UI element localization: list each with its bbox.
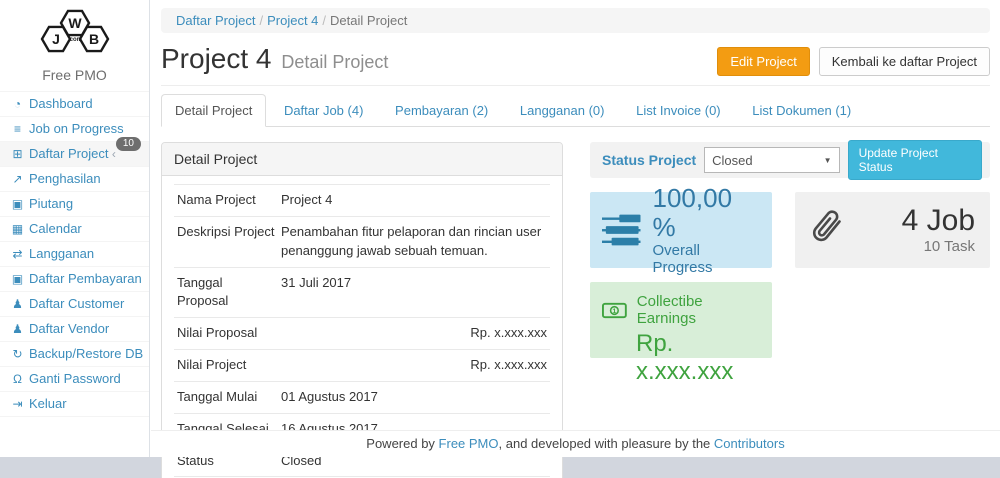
table-row: Nilai ProposalRp. x.xxx.xxx — [174, 318, 550, 350]
chevron-left-icon: ‹ — [112, 147, 116, 161]
table-row: Nilai ProjectRp. x.xxx.xxx — [174, 350, 550, 382]
status-project-label: Status Project — [602, 152, 696, 168]
dashboard-icon: ◔ — [10, 97, 25, 111]
tab-list-invoice[interactable]: List Invoice (0) — [622, 94, 735, 127]
tab-pembayaran[interactable]: Pembayaran (2) — [381, 94, 502, 127]
svg-text:1: 1 — [613, 307, 617, 314]
footer: Powered by Free PMO, and developed with … — [151, 430, 1000, 457]
breadcrumb-active: Detail Project — [330, 13, 407, 28]
table-row: Tanggal Proposal31 Juli 2017 — [174, 267, 550, 318]
sidebar-item-ganti-password[interactable]: ΩGanti Password — [0, 367, 149, 392]
sidebar-item-backup-restore-db[interactable]: ↻Backup/Restore DB — [0, 342, 149, 367]
status-project-form: Status Project Closed ▼ Update Project S… — [590, 142, 990, 178]
back-to-project-list-button[interactable]: Kembali ke daftar Project — [819, 47, 990, 76]
detail-project-panel: Detail Project Nama ProjectProject 4 Des… — [161, 142, 563, 478]
tab-detail-project[interactable]: Detail Project — [161, 94, 266, 127]
breadcrumb-link-daftar-project[interactable]: Daftar Project — [176, 13, 255, 28]
status-select[interactable]: Closed ▼ — [704, 147, 839, 173]
update-project-status-button[interactable]: Update Project Status — [848, 140, 982, 180]
sidebar-menu: ◔Dashboard ≡Job on Progress10 ⊞Daftar Pr… — [0, 91, 149, 417]
page-title: Project 4 — [161, 43, 272, 74]
tab-daftar-job[interactable]: Daftar Job (4) — [270, 94, 377, 127]
svg-text:B: B — [88, 31, 98, 47]
overall-progress-card: 100,00 % Overall Progress — [590, 192, 772, 268]
sidebar-item-keluar[interactable]: ⇥Keluar — [0, 392, 149, 417]
sidebar-item-daftar-pembayaran[interactable]: ▣Daftar Pembayaran — [0, 267, 149, 292]
repeat-icon: ⇄ — [10, 247, 25, 261]
sidebar-item-daftar-customer[interactable]: ♟Daftar Customer — [0, 292, 149, 317]
edit-project-button[interactable]: Edit Project — [717, 47, 809, 76]
overall-progress-label: Overall Progress — [653, 242, 761, 276]
line-chart-icon: ↗ — [10, 172, 25, 186]
sidebar-item-job-on-progress[interactable]: ≡Job on Progress10 — [0, 117, 149, 142]
svg-text:J: J — [52, 31, 60, 47]
users-icon: ♟ — [10, 297, 25, 311]
breadcrumb-link-project-4[interactable]: Project 4 — [267, 13, 318, 28]
page-header: Project 4 Detail Project Edit Project Ke… — [161, 43, 990, 86]
status-select-value: Closed — [712, 153, 752, 168]
brand-name: Free PMO — [0, 67, 149, 83]
content-area: Daftar Project / Project 4 / Detail Project … — [151, 0, 1000, 430]
banknote-icon: ▣ — [10, 197, 25, 211]
earnings-value: Rp. x.xxx.xxx — [636, 330, 760, 386]
task-count-value: 10 Task — [902, 238, 975, 255]
sidebar-item-calendar[interactable]: ▦Calendar — [0, 217, 149, 242]
lock-icon: Ω — [10, 372, 25, 386]
sidebar-item-piutang[interactable]: ▣Piutang — [0, 192, 149, 217]
right-column: Status Project Closed ▼ Update Project S… — [590, 142, 990, 478]
tanggal-proposal-value: 31 Juli 2017 — [278, 267, 550, 318]
overall-progress-value: 100,00 % — [653, 184, 761, 241]
tanggal-mulai-value: 01 Agustus 2017 — [278, 381, 550, 413]
sidebar: W J B .com Free PMO ◔Dashboard ≡Job on P… — [0, 0, 150, 457]
sign-out-icon: ⇥ — [10, 397, 25, 411]
free-pmo-link[interactable]: Free PMO — [439, 436, 499, 451]
chevron-down-icon: ▼ — [824, 156, 832, 165]
bars-icon: ≡ — [10, 122, 25, 136]
refresh-icon: ↻ — [10, 347, 25, 361]
breadcrumb-separator: / — [259, 13, 263, 28]
table-icon: ⊞ — [10, 147, 25, 161]
earnings-label: Collectibe Earnings — [637, 293, 760, 327]
contributors-link[interactable]: Contributors — [714, 436, 785, 451]
table-row: Tanggal Mulai01 Agustus 2017 — [174, 381, 550, 413]
jwb-hexagon-logo-icon: W J B .com — [31, 8, 119, 60]
tasks-icon — [602, 214, 641, 246]
collectible-earnings-card: 1 Collectibe Earnings Rp. x.xxx.xxx — [590, 282, 772, 358]
free-pmo-app: W J B .com Free PMO ◔Dashboard ≡Job on P… — [0, 0, 1000, 478]
jwb-logo: W J B .com — [0, 0, 149, 63]
sidebar-item-penghasilan[interactable]: ↗Penghasilan — [0, 167, 149, 192]
svg-text:W: W — [68, 15, 82, 31]
job-count-value: 4 Job — [902, 205, 975, 237]
project-tabs: Detail Project Daftar Job (4) Pembayaran… — [161, 94, 990, 127]
deskripsi-project-value: Penambahan fitur pelaporan dan rincian u… — [278, 216, 550, 267]
table-row: Deskripsi ProjectPenambahan fitur pelapo… — [174, 216, 550, 267]
header-buttons: Edit Project Kembali ke daftar Project — [717, 47, 990, 76]
job-count-badge: 10 — [116, 137, 141, 151]
svg-text:.com: .com — [67, 37, 81, 43]
panel-title: Detail Project — [162, 143, 562, 176]
sidebar-item-daftar-vendor[interactable]: ♟Daftar Vendor — [0, 317, 149, 342]
tab-list-dokumen[interactable]: List Dokumen (1) — [738, 94, 865, 127]
breadcrumb: Daftar Project / Project 4 / Detail Project — [161, 8, 990, 33]
sidebar-item-langganan[interactable]: ⇄Langganan — [0, 242, 149, 267]
tab-langganan[interactable]: Langganan (0) — [506, 94, 619, 127]
table-row: Nama ProjectProject 4 — [174, 185, 550, 217]
tab-content: Detail Project Nama ProjectProject 4 Des… — [161, 127, 990, 478]
banknote-icon: ▣ — [10, 272, 25, 286]
users-icon: ♟ — [10, 322, 25, 336]
calendar-icon: ▦ — [10, 222, 25, 236]
nilai-proposal-value: Rp. x.xxx.xxx — [278, 318, 550, 350]
breadcrumb-separator: / — [322, 13, 326, 28]
nama-project-value: Project 4 — [278, 185, 550, 217]
job-summary-card: 4 Job 10 Task — [795, 192, 990, 268]
paperclip-icon — [810, 209, 846, 251]
sidebar-item-dashboard[interactable]: ◔Dashboard — [0, 91, 149, 117]
nilai-project-value: Rp. x.xxx.xxx — [278, 350, 550, 382]
summary-cards: 100,00 % Overall Progress 4 Job 10 Task — [590, 192, 990, 358]
page-subtitle: Detail Project — [281, 52, 388, 72]
money-icon: 1 — [602, 302, 627, 319]
